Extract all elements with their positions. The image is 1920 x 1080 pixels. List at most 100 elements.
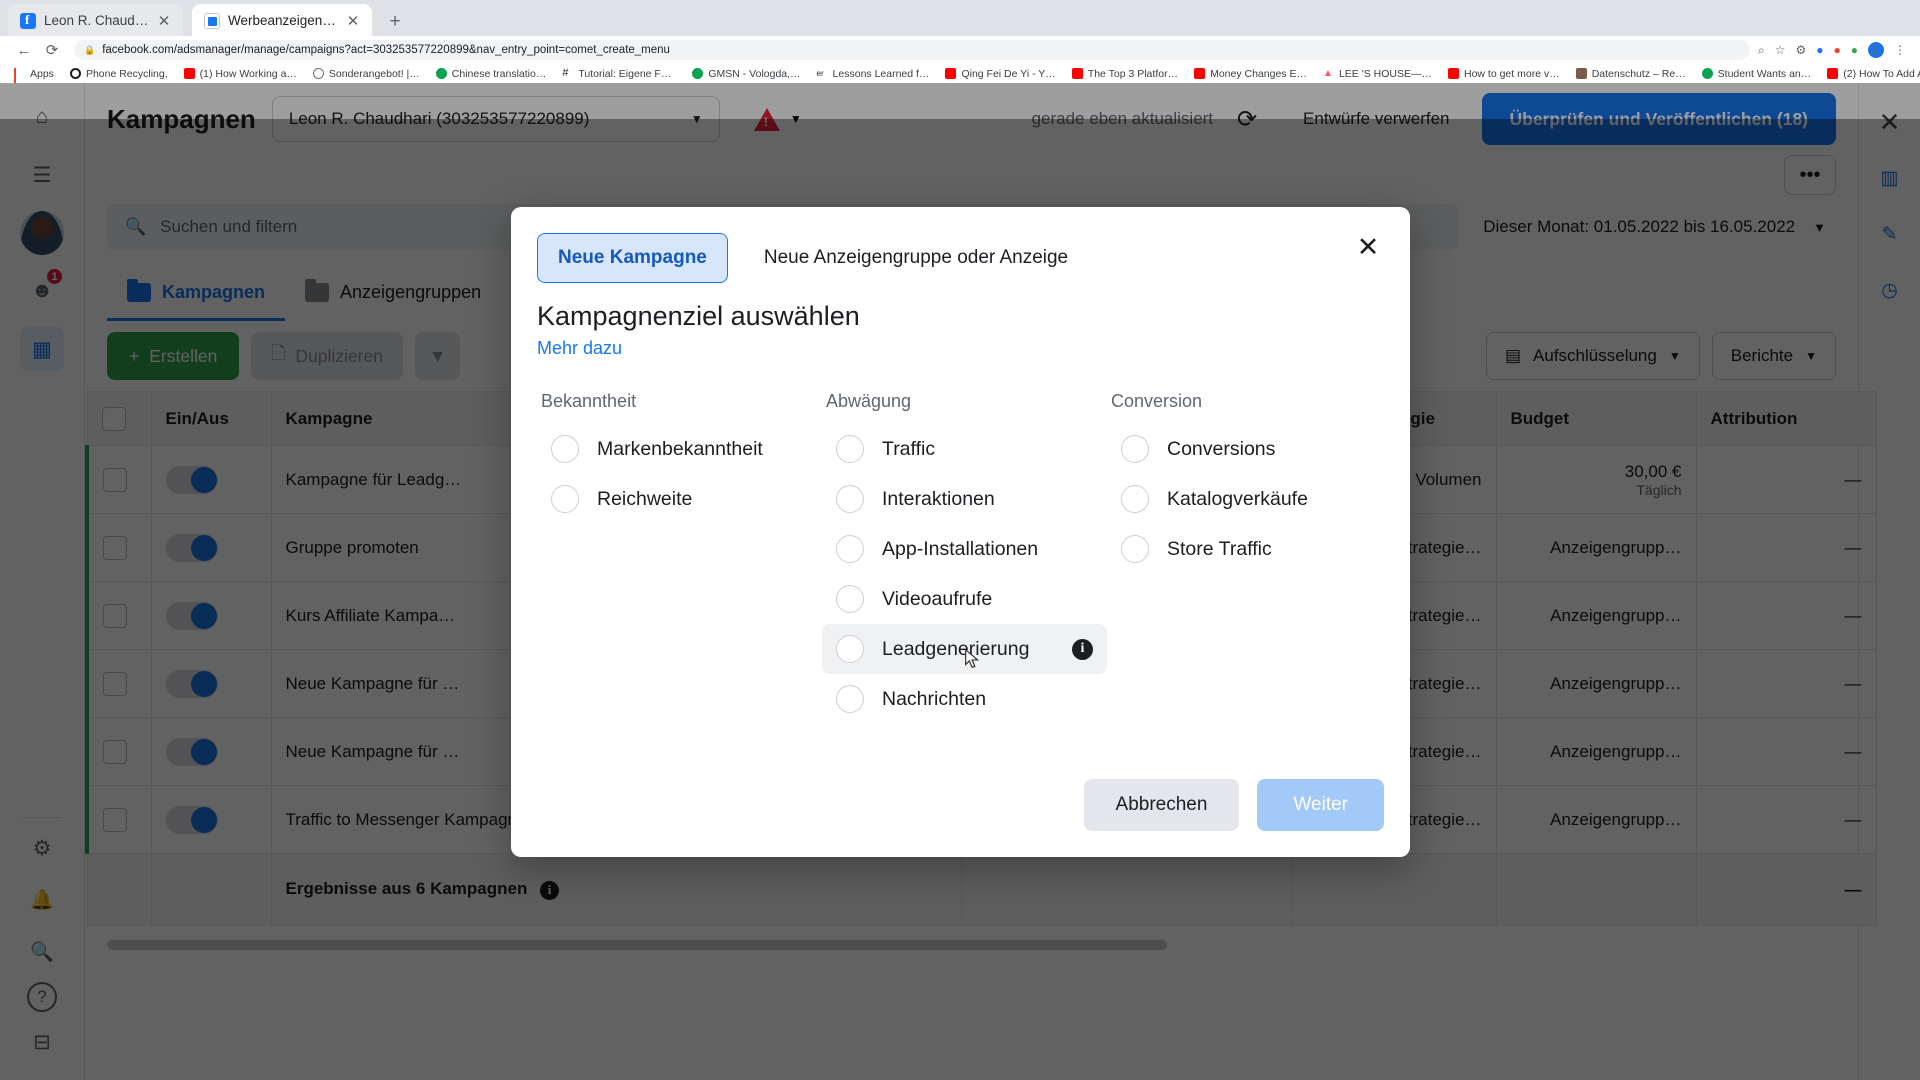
bookmark-item[interactable]: ▲ LEE 'S HOUSE—… bbox=[1315, 68, 1440, 80]
dialog-footer: Abbrechen Weiter bbox=[1083, 779, 1384, 831]
option-label: Conversions bbox=[1167, 437, 1276, 460]
radio-button[interactable] bbox=[836, 535, 864, 563]
option-nachrichten[interactable]: Nachrichten bbox=[822, 674, 1107, 724]
bookmark-item[interactable]: Datenschutz – Re… bbox=[1568, 68, 1694, 80]
option-app-installationen[interactable]: App-Installationen bbox=[822, 524, 1107, 574]
bookmark-item[interactable]: (2) How To Add A… bbox=[1819, 68, 1920, 80]
bookmark-label: Student Wants an… bbox=[1717, 67, 1812, 80]
browser-toolbar-icons: ⌕ ☆ ⚙ ● ● ● L ⋮ bbox=[1758, 42, 1910, 58]
option-label: Leadgenerierung bbox=[882, 637, 1030, 660]
apps-grid-icon bbox=[14, 68, 25, 83]
youtube-icon bbox=[1827, 68, 1839, 79]
hash-icon: # bbox=[562, 67, 569, 79]
next-button[interactable]: Weiter bbox=[1257, 779, 1384, 831]
up-green-icon bbox=[692, 68, 704, 79]
bookmark-label: Qing Fei De Yi - Y… bbox=[961, 67, 1056, 80]
close-icon[interactable]: ✕ bbox=[1350, 229, 1386, 265]
column-heading: Conversion bbox=[1111, 391, 1203, 411]
bookmark-label: Datenschutz – Re… bbox=[1591, 67, 1686, 80]
tab-new-adset-or-ad[interactable]: Neue Anzeigengruppe oder Anzeige bbox=[744, 233, 1088, 283]
reload-icon[interactable]: ⟳ bbox=[38, 36, 66, 64]
bookmark-item[interactable]: Phone Recycling, bbox=[62, 68, 176, 80]
url-text: facebook.com/adsmanager/manage/campaigns… bbox=[102, 44, 670, 56]
bookmark-item[interactable]: Money Changes E… bbox=[1186, 68, 1315, 80]
column-heading: Abwägung bbox=[826, 391, 912, 411]
bookmark-item[interactable]: (1) How Working a… bbox=[176, 68, 305, 80]
radio-button[interactable] bbox=[1121, 435, 1149, 463]
bookmark-item[interactable]: Sonderangebot! |… bbox=[305, 68, 428, 80]
radio-button[interactable] bbox=[836, 685, 864, 713]
browser-tab-ads-manager[interactable]: Werbeanzeigenmanager - Wer ✕ bbox=[192, 4, 372, 37]
option-label: Interaktionen bbox=[882, 487, 995, 510]
tab-strip: Leon R. Chaudhari | Facebook ✕ Werbeanze… bbox=[0, 0, 1920, 37]
bookmark-item[interactable]: # Tutorial: Eigene Fa… bbox=[554, 68, 684, 80]
dialog-title: Kampagnenziel auswählen bbox=[537, 301, 860, 331]
objective-columns: Bekanntheit Markenbekanntheit Reichweite… bbox=[511, 359, 1410, 724]
radio-button[interactable] bbox=[836, 485, 864, 513]
close-icon[interactable]: ✕ bbox=[346, 12, 360, 30]
bookmark-apps[interactable]: Apps bbox=[6, 67, 62, 83]
radio-button[interactable] bbox=[836, 585, 864, 613]
bookmark-item[interactable]: Chinese translatio… bbox=[428, 68, 555, 80]
radio-button[interactable] bbox=[551, 485, 579, 513]
new-tab-button[interactable]: + bbox=[382, 9, 408, 35]
ads-manager-icon bbox=[204, 12, 220, 29]
browser-chrome: Leon R. Chaudhari | Facebook ✕ Werbeanze… bbox=[0, 0, 1920, 1080]
profile-avatar[interactable]: L bbox=[1868, 42, 1884, 58]
option-label: Nachrichten bbox=[882, 687, 987, 710]
address-bar[interactable]: 🔒 facebook.com/adsmanager/manage/campaig… bbox=[74, 40, 1750, 60]
radio-button[interactable] bbox=[1121, 485, 1149, 513]
bookmark-item[interactable]: The Top 3 Platfor… bbox=[1064, 68, 1186, 80]
option-interaktionen[interactable]: Interaktionen bbox=[822, 474, 1107, 524]
campaign-objective-dialog: Neue Kampagne Neue Anzeigengruppe oder A… bbox=[511, 207, 1410, 857]
green-circle-icon bbox=[1701, 68, 1713, 79]
tab-new-campaign[interactable]: Neue Kampagne bbox=[537, 233, 728, 283]
option-videoaufrufe[interactable]: Videoaufrufe bbox=[822, 574, 1107, 624]
option-conversions[interactable]: Conversions bbox=[1107, 424, 1392, 474]
more-info-link[interactable]: Mehr dazu bbox=[511, 332, 1410, 359]
option-traffic[interactable]: Traffic bbox=[822, 424, 1107, 474]
bookmark-label: Apps bbox=[30, 67, 54, 80]
bookmark-label: LEE 'S HOUSE—… bbox=[1338, 67, 1432, 80]
info-icon[interactable]: i bbox=[1072, 638, 1093, 660]
extension-blue-icon[interactable]: ● bbox=[1816, 43, 1823, 57]
back-icon[interactable]: ← bbox=[10, 36, 38, 64]
objective-column-bekanntheit: Bekanntheit Markenbekanntheit Reichweite bbox=[537, 391, 822, 724]
youtube-icon bbox=[945, 68, 957, 79]
option-label: Traffic bbox=[882, 437, 936, 460]
photo-icon bbox=[1575, 68, 1587, 79]
bookmark-label: (1) How Working a… bbox=[199, 67, 297, 80]
facebook-icon bbox=[20, 12, 36, 29]
bookmark-item[interactable]: GMSN - Vologda,… bbox=[684, 68, 808, 80]
radio-button[interactable] bbox=[551, 435, 579, 463]
bookmark-item[interactable]: How to get more v… bbox=[1440, 68, 1568, 80]
star-icon[interactable]: ☆ bbox=[1775, 43, 1786, 57]
objective-column-abwaegung: Abwägung Traffic Interaktionen App-Insta… bbox=[822, 391, 1107, 724]
option-markenbekanntheit[interactable]: Markenbekanntheit bbox=[537, 424, 822, 474]
extension-green-icon[interactable]: ● bbox=[1851, 43, 1858, 57]
option-label: App-Installationen bbox=[882, 537, 1039, 560]
youtube-icon bbox=[1448, 68, 1459, 79]
extension-red-icon[interactable]: ● bbox=[1834, 43, 1841, 57]
chrome-menu-icon[interactable]: ⋮ bbox=[1894, 43, 1906, 57]
zoom-icon[interactable]: ⌕ bbox=[1758, 43, 1765, 58]
dialog-tabs: Neue Kampagne Neue Anzeigengruppe oder A… bbox=[511, 207, 1410, 283]
radio-button[interactable] bbox=[836, 635, 864, 663]
bookmark-item[interactable]: er Lessons Learned f… bbox=[809, 68, 938, 80]
youtube-icon bbox=[183, 68, 195, 79]
bookmark-label: Phone Recycling, bbox=[85, 67, 168, 80]
bookmark-item[interactable]: Qing Fei De Yi - Y… bbox=[937, 68, 1063, 80]
extension-puzzle-icon[interactable]: ⚙ bbox=[1795, 43, 1806, 57]
cancel-button[interactable]: Abbrechen bbox=[1083, 779, 1240, 831]
option-katalogverkaeufe[interactable]: Katalogverkäufe bbox=[1107, 474, 1392, 524]
radio-button[interactable] bbox=[836, 435, 864, 463]
radio-button[interactable] bbox=[1121, 535, 1149, 563]
bookmark-label: GMSN - Vologda,… bbox=[708, 67, 801, 80]
browser-tab-facebook[interactable]: Leon R. Chaudhari | Facebook ✕ bbox=[8, 4, 183, 37]
close-icon[interactable]: ✕ bbox=[157, 12, 171, 30]
er-text-icon: er bbox=[816, 69, 824, 78]
option-store-traffic[interactable]: Store Traffic bbox=[1107, 524, 1392, 574]
bookmark-label: How to get more v… bbox=[1464, 67, 1560, 80]
option-reichweite[interactable]: Reichweite bbox=[537, 474, 822, 524]
bookmark-item[interactable]: Student Wants an… bbox=[1694, 68, 1820, 80]
